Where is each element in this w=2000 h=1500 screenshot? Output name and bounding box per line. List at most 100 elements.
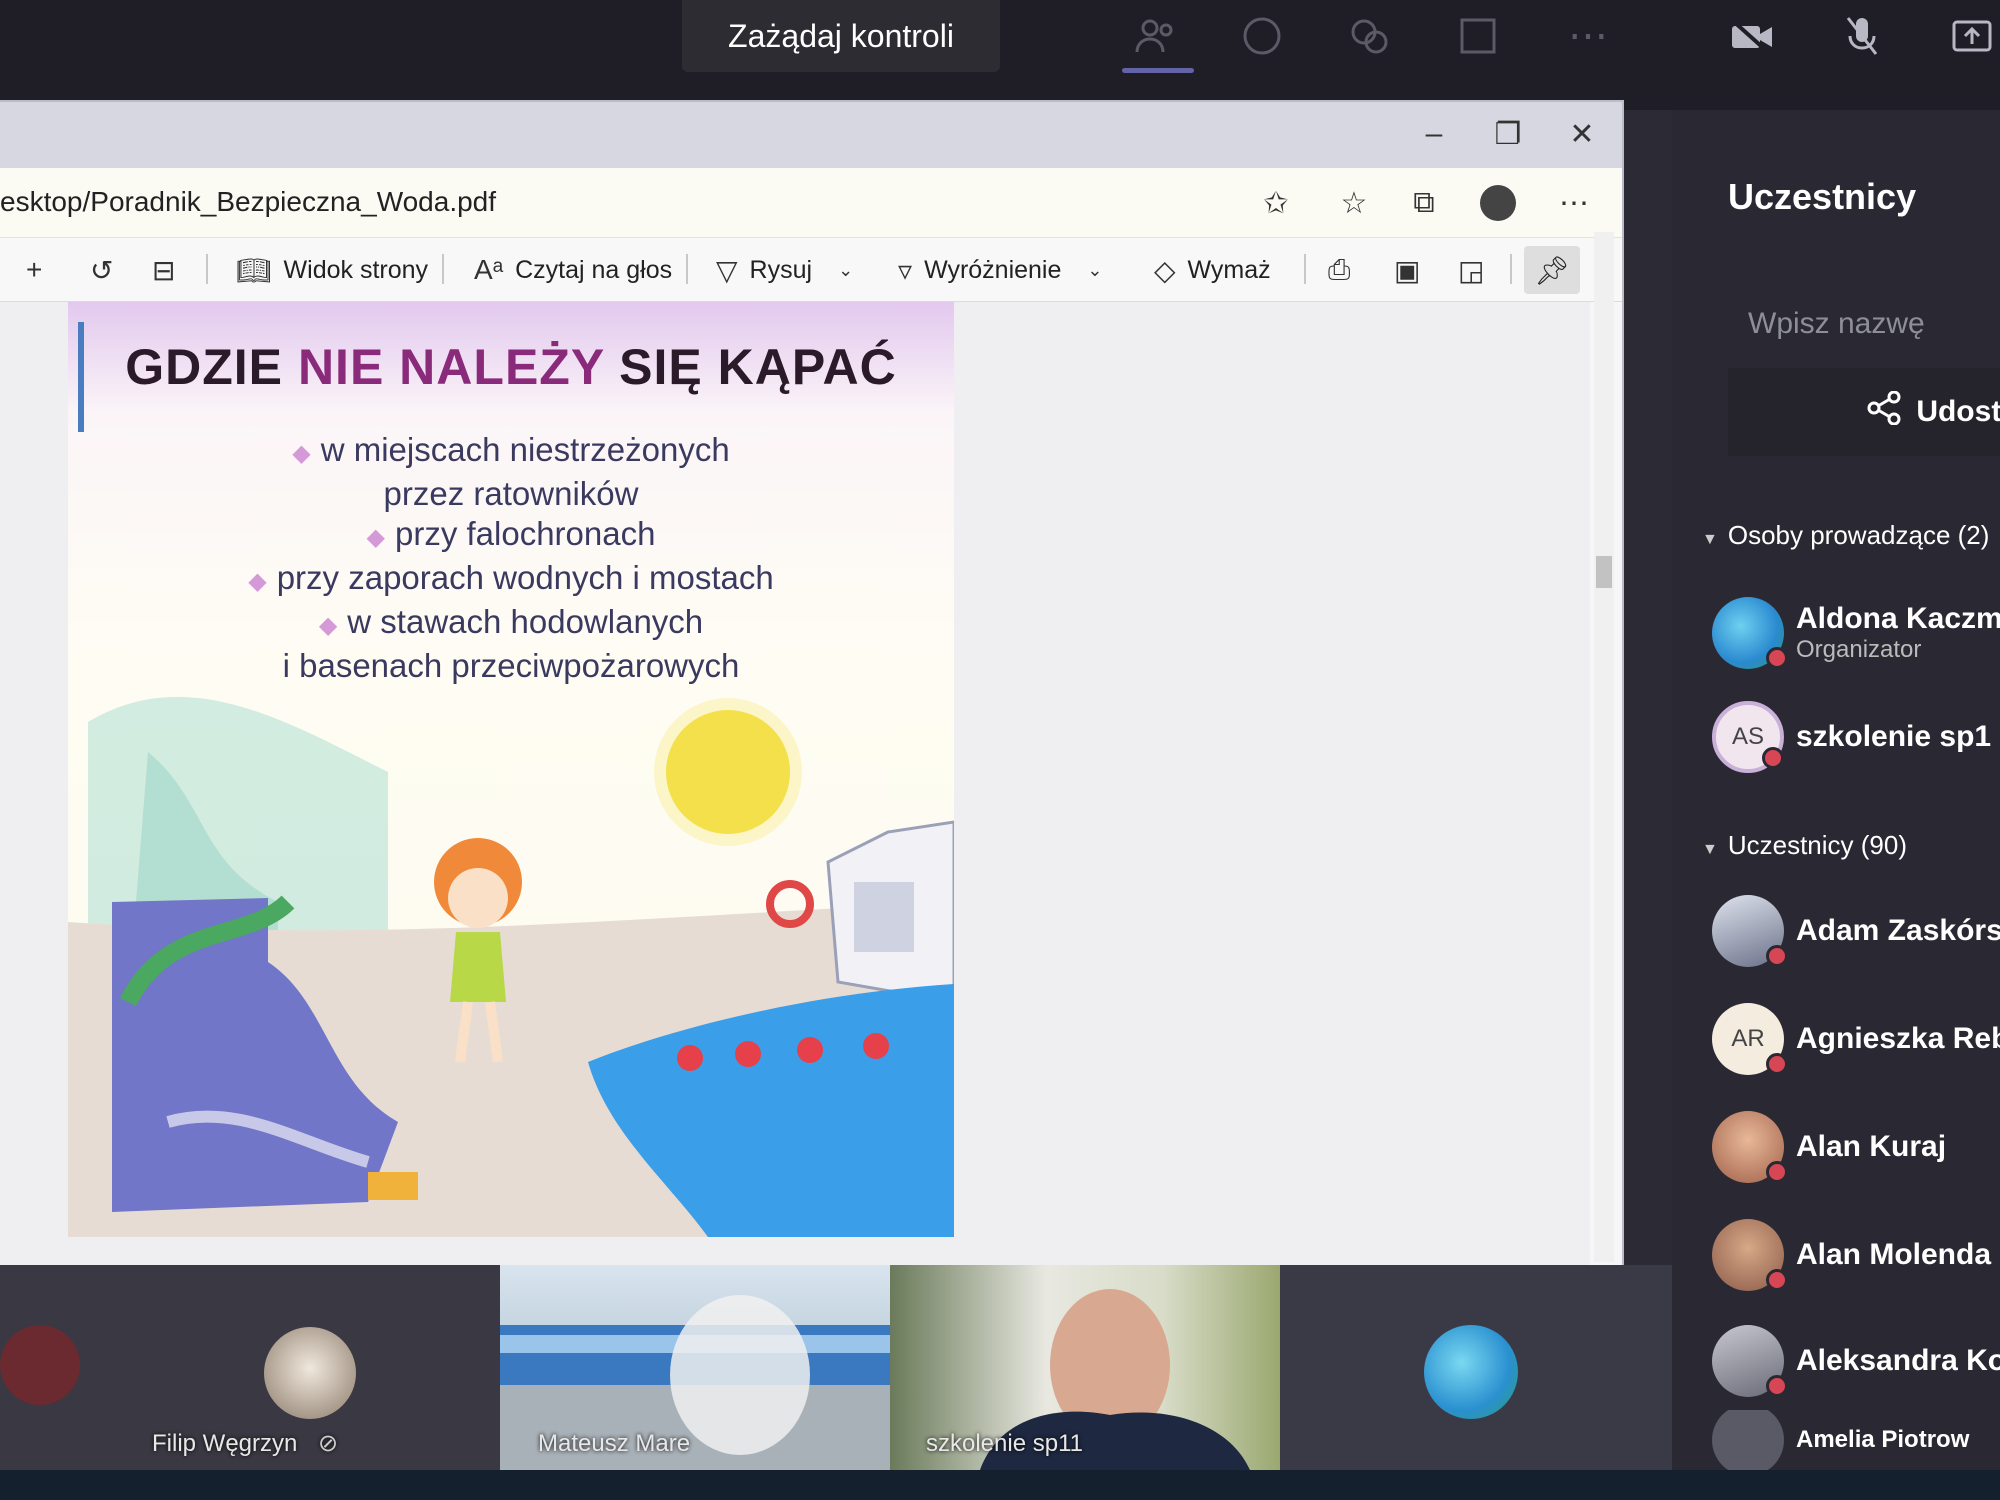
save-icon[interactable]: ▣ <box>1394 248 1420 292</box>
panel-title: Uczestnicy <box>1728 176 1917 217</box>
title-text: GDZIE <box>125 339 298 395</box>
search-input[interactable]: Wpisz nazwę <box>1728 292 2000 356</box>
video-tile[interactable]: Filip Węgrzyn ⊘ <box>0 1265 500 1470</box>
read-aloud-button[interactable]: Aᵃ Czytaj na głos <box>474 248 672 292</box>
status-dot <box>1762 747 1784 769</box>
status-dot <box>1766 1269 1788 1291</box>
chevron-down-icon: ⌄ <box>1087 259 1103 280</box>
participant-item[interactable]: Alan Kuraj <box>1712 1102 2000 1192</box>
participant-item[interactable]: AS szkolenie sp1 <box>1712 692 2000 782</box>
participant-item[interactable]: Aleksandra Ko <box>1712 1316 2000 1406</box>
toolbar-divider <box>206 254 208 284</box>
avatar <box>1712 1111 1788 1183</box>
pin-toolbar-icon[interactable]: 📌︎ <box>1524 246 1580 294</box>
vertical-scrollbar[interactable] <box>1594 232 1614 1262</box>
avatar <box>1712 1219 1788 1291</box>
avatar <box>1712 597 1788 669</box>
video-tile[interactable] <box>1280 1265 1672 1470</box>
bullet-list: ◆ w miejscach niestrzeżonych przez ratown… <box>68 430 954 686</box>
profile-avatar[interactable] <box>1474 180 1522 226</box>
draw-button[interactable]: ▽ Rysuj ⌄ <box>716 248 853 292</box>
more-icon[interactable]: ⋯ <box>1560 10 1616 62</box>
participant-item[interactable]: Amelia Piotrow <box>1712 1410 2000 1470</box>
pdf-toolbar: + ↺ ⊟ 📖︎ Widok strony Aᵃ Czytaj na głos … <box>0 238 1622 302</box>
caret-down-icon: ▼ <box>1702 841 1718 858</box>
bullet-item: ◆ przy zaporach wodnych i mostach <box>248 559 774 596</box>
pdf-page: GDZIE NIE NALEŻY SIĘ KĄPAĆ ◆ w miejscach … <box>68 302 954 1237</box>
video-tile[interactable]: szkolenie sp11 <box>890 1265 1280 1470</box>
eraser-icon: ◇ <box>1154 254 1176 286</box>
diamond-icon: ◆ <box>366 524 385 551</box>
status-dot <box>1766 647 1788 669</box>
status-dot <box>1766 1375 1788 1397</box>
avatar <box>1424 1325 1518 1419</box>
bullet-item: ◆ przy falochronach <box>366 515 656 552</box>
participant-item[interactable]: Adam Zaskórs <box>1712 886 2000 976</box>
close-icon[interactable]: ✕ <box>1552 112 1612 156</box>
participant-item[interactable]: Alan Molenda <box>1712 1210 2000 1300</box>
participants-panel: Uczestnicy Wpisz nazwę Udostę ▼Osoby pro… <box>1672 110 2000 1470</box>
favorites-icon[interactable]: ☆ <box>1330 180 1378 226</box>
chevron-down-icon: ⌄ <box>838 259 854 280</box>
draw-icon: ▽ <box>716 254 738 286</box>
browser-menu-icon[interactable]: ⋯ <box>1550 180 1598 226</box>
video-tile[interactable]: Mateusz Mare <box>500 1265 890 1470</box>
bullet-item: i basenach przeciwpożarowych <box>282 647 740 684</box>
bullet-item: ◆ w miejscach niestrzeżonych <box>292 431 730 468</box>
window-titlebar: – ❐ ✕ <box>0 102 1622 168</box>
diamond-icon: ◆ <box>318 612 338 639</box>
chat-icon[interactable] <box>1234 10 1290 62</box>
participant-item[interactable]: AR Agnieszka Reb <box>1712 994 2000 1084</box>
highlight-button[interactable]: ▿ Wyróżnienie ⌄ <box>898 248 1103 292</box>
rotate-icon[interactable]: ↺ <box>90 248 113 292</box>
page-title: GDZIE NIE NALEŻY SIĘ KĄPAĆ <box>68 338 954 396</box>
zoom-in-icon[interactable]: + <box>26 248 42 292</box>
book-icon: 📖︎ <box>236 254 272 286</box>
avatar <box>1712 1410 1784 1470</box>
taskbar <box>0 1470 2000 1500</box>
diamond-icon: ◆ <box>292 440 311 467</box>
bullet-item: przez ratowników <box>383 475 639 512</box>
title-text: SIĘ KĄPAĆ <box>604 339 897 395</box>
camera-off-icon[interactable] <box>1724 10 1780 62</box>
bullet-item: ◆ w stawach hodowlanych <box>318 603 704 640</box>
attendees-section-header[interactable]: ▼ Uczestnicy (90) <box>1702 830 1907 861</box>
request-control-button[interactable]: Zażądaj kontroli <box>682 0 1000 72</box>
erase-button[interactable]: ◇ Wymaż <box>1154 248 1271 292</box>
collections-icon[interactable]: ⧉ <box>1400 180 1448 226</box>
add-favorite-icon[interactable]: ✩ <box>1252 180 1300 226</box>
avatar: AR <box>1712 1003 1788 1075</box>
scrollbar-thumb[interactable] <box>1596 556 1612 588</box>
mic-off-icon[interactable] <box>1834 10 1890 62</box>
url-field[interactable]: esktop/Poradnik_Bezpieczna_Woda.pdf <box>0 186 496 218</box>
save-as-icon[interactable]: ◲ <box>1458 248 1484 292</box>
print-icon[interactable]: ⎙ <box>1328 248 1350 292</box>
address-bar: esktop/Poradnik_Bezpieczna_Woda.pdf ✩ ☆ … <box>0 168 1622 238</box>
title-accent-text: NIE NALEŻY <box>297 339 605 395</box>
avatar: AS <box>1712 701 1784 773</box>
presenters-section-header[interactable]: ▼ Osoby prowadzące (2) <box>1702 520 1989 551</box>
share-invite-button[interactable]: Udostę <box>1728 368 2000 456</box>
share-link-icon <box>1866 390 1902 433</box>
avatar <box>1712 895 1788 967</box>
video-strip: Filip Węgrzyn ⊘ Mateusz Mare szkolenie s… <box>0 1265 1672 1470</box>
toolbar-divider <box>686 254 688 284</box>
highlighter-icon: ▿ <box>898 254 913 286</box>
rooms-icon[interactable] <box>1450 10 1506 62</box>
avatar <box>1712 1325 1788 1397</box>
minimize-icon[interactable]: – <box>1404 112 1464 156</box>
participant-name-label: Filip Węgrzyn ⊘ <box>152 1430 339 1457</box>
toolbar-divider <box>1304 254 1306 284</box>
fit-page-icon[interactable]: ⊟ <box>152 248 175 292</box>
toolbar-divider <box>1510 254 1512 284</box>
avatar <box>264 1327 356 1419</box>
share-icon[interactable] <box>1944 10 2000 62</box>
page-view-button[interactable]: 📖︎ Widok strony <box>236 248 428 292</box>
read-aloud-icon: Aᵃ <box>474 254 504 285</box>
participant-item[interactable]: Aldona Kaczm Organizator <box>1712 588 2000 678</box>
reactions-icon[interactable] <box>1342 10 1398 62</box>
participants-icon[interactable] <box>1128 10 1184 62</box>
active-tab-indicator <box>1122 68 1194 73</box>
restore-icon[interactable]: ❐ <box>1478 112 1538 156</box>
status-dot <box>1766 1053 1788 1075</box>
